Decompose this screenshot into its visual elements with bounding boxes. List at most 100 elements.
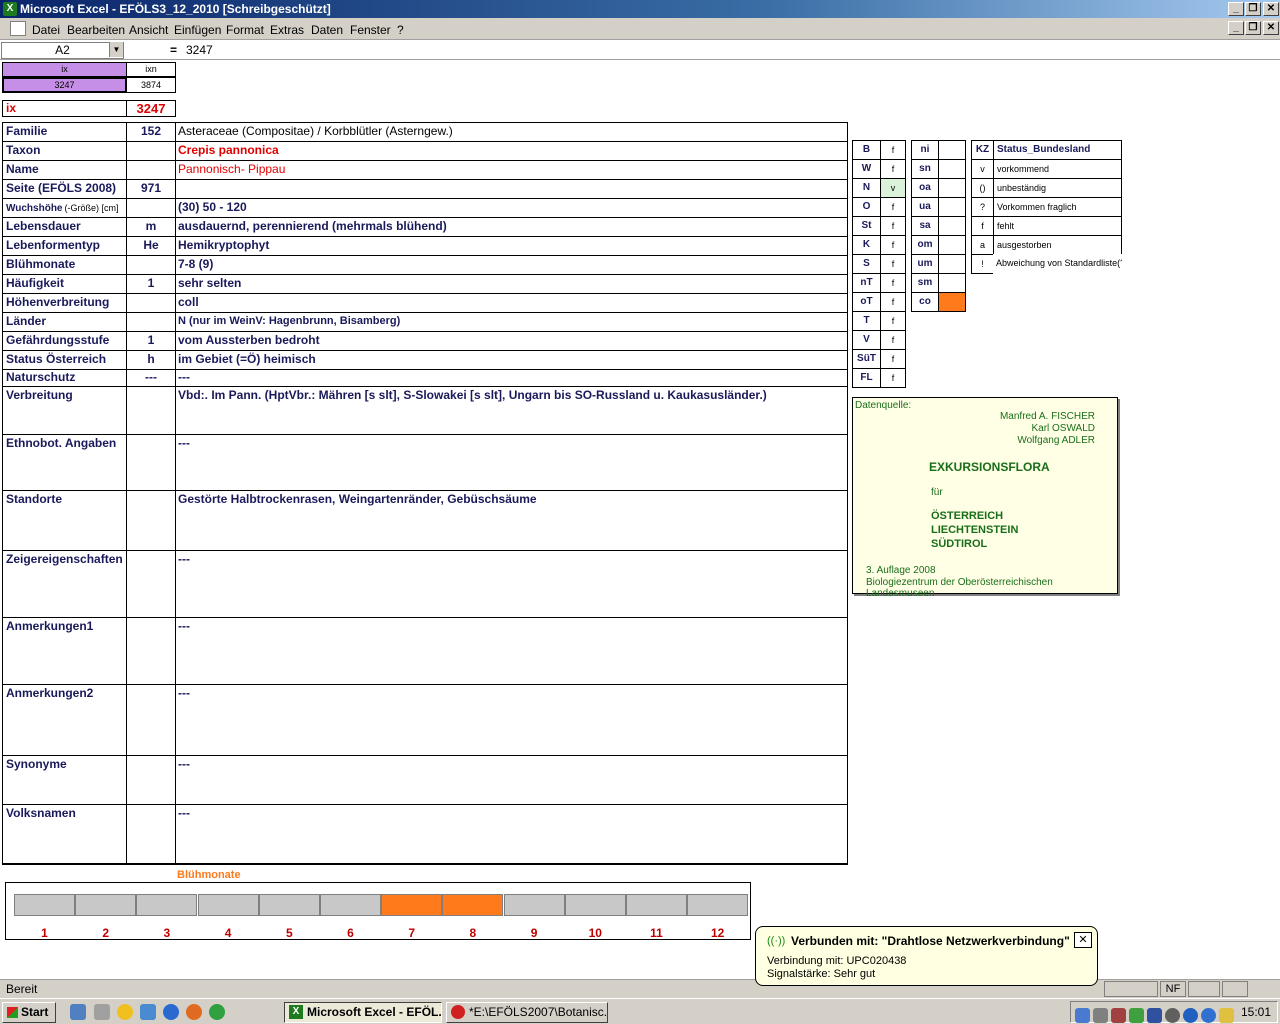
menu-format[interactable]: Format: [226, 23, 264, 37]
altitude-value-cell[interactable]: [938, 159, 966, 179]
row-value-cell[interactable]: ausdauernd, perennierend (mehrmals blühe…: [175, 217, 848, 237]
state-code-cell[interactable]: oT: [852, 292, 881, 312]
row-value-cell[interactable]: Asteraceae (Compositae) / Korbblütler (A…: [175, 122, 848, 142]
ix-main-value[interactable]: 3247: [126, 100, 176, 117]
ix-value-cell[interactable]: 3247: [2, 77, 127, 93]
row-number-cell[interactable]: [126, 255, 176, 275]
menu-extras[interactable]: Extras: [270, 23, 304, 37]
row-number-cell[interactable]: [126, 434, 176, 491]
row-number-cell[interactable]: 152: [126, 122, 176, 142]
altitude-value-cell[interactable]: [938, 273, 966, 293]
menu-daten[interactable]: Daten: [311, 23, 343, 37]
state-code-cell[interactable]: O: [852, 197, 881, 217]
state-code-cell[interactable]: T: [852, 311, 881, 331]
menu-datei[interactable]: Datei: [32, 23, 60, 37]
quicklaunch-firefox-icon[interactable]: [186, 1004, 202, 1020]
menu-ansicht[interactable]: Ansicht: [129, 23, 168, 37]
row-number-cell[interactable]: 1: [126, 274, 176, 294]
state-code-cell[interactable]: V: [852, 330, 881, 350]
start-button[interactable]: Start: [2, 1002, 56, 1023]
state-code-cell[interactable]: N: [852, 178, 881, 198]
altitude-value-cell[interactable]: [938, 292, 966, 312]
row-value-cell[interactable]: (30) 50 - 120: [175, 198, 848, 218]
tray-security-icon[interactable]: [1111, 1008, 1126, 1023]
state-value-cell[interactable]: f: [880, 140, 906, 160]
altitude-code-cell[interactable]: om: [911, 235, 939, 255]
state-value-cell[interactable]: f: [880, 216, 906, 236]
formula-input[interactable]: 3247: [186, 43, 213, 57]
name-box[interactable]: A2: [1, 42, 124, 59]
altitude-value-cell[interactable]: [938, 178, 966, 198]
tray-search-icon[interactable]: [1093, 1008, 1108, 1023]
altitude-code-cell[interactable]: sm: [911, 273, 939, 293]
state-code-cell[interactable]: B: [852, 140, 881, 160]
row-number-cell[interactable]: He: [126, 236, 176, 256]
state-value-cell[interactable]: f: [880, 197, 906, 217]
tray-shield-icon[interactable]: [1147, 1008, 1162, 1023]
tray-update-icon[interactable]: [1165, 1008, 1180, 1023]
ix-header[interactable]: ix: [2, 62, 127, 77]
doc-close-button[interactable]: ✕: [1263, 21, 1279, 35]
row-number-cell[interactable]: [126, 617, 176, 685]
row-value-cell[interactable]: ---: [175, 550, 848, 618]
altitude-code-cell[interactable]: ni: [911, 140, 939, 160]
state-code-cell[interactable]: FL: [852, 368, 881, 388]
row-value-cell[interactable]: N (nur im WeinV: Hagenbrunn, Bisamberg): [175, 312, 848, 332]
workbook-icon[interactable]: [10, 21, 26, 36]
tray-help-icon[interactable]: [1201, 1008, 1216, 1023]
quicklaunch-browser-icon[interactable]: [163, 1004, 179, 1020]
state-code-cell[interactable]: SüT: [852, 349, 881, 369]
state-value-cell[interactable]: v: [880, 178, 906, 198]
row-value-cell[interactable]: Hemikryptophyt: [175, 236, 848, 256]
row-number-cell[interactable]: [126, 550, 176, 618]
quicklaunch-ie-icon[interactable]: [70, 1004, 86, 1020]
row-number-cell[interactable]: [126, 755, 176, 805]
row-value-cell[interactable]: coll: [175, 293, 848, 313]
row-number-cell[interactable]: [126, 490, 176, 551]
row-value-cell[interactable]: Crepis pannonica: [175, 141, 848, 161]
maximize-button[interactable]: ❐: [1245, 2, 1261, 16]
row-value-cell[interactable]: Vbd:. Im Pann. (HptVbr.: Mähren [s slt],…: [175, 386, 848, 435]
menu-bearbeiten[interactable]: Bearbeiten: [67, 23, 125, 37]
menu-help[interactable]: ?: [397, 23, 404, 37]
altitude-value-cell[interactable]: [938, 140, 966, 160]
name-box-dropdown-icon[interactable]: ▼: [109, 42, 123, 57]
quicklaunch-media-icon[interactable]: [117, 1004, 133, 1020]
altitude-value-cell[interactable]: [938, 235, 966, 255]
row-value-cell[interactable]: ---: [175, 617, 848, 685]
row-value-cell[interactable]: ---: [175, 369, 848, 387]
balloon-close-button[interactable]: ✕: [1074, 932, 1092, 948]
state-code-cell[interactable]: St: [852, 216, 881, 236]
row-number-cell[interactable]: [126, 293, 176, 313]
close-button[interactable]: ✕: [1263, 2, 1279, 16]
state-code-cell[interactable]: W: [852, 159, 881, 179]
altitude-code-cell[interactable]: sn: [911, 159, 939, 179]
altitude-value-cell[interactable]: [938, 197, 966, 217]
ixn-value-cell[interactable]: 3874: [126, 77, 176, 93]
state-code-cell[interactable]: K: [852, 235, 881, 255]
row-number-cell[interactable]: [126, 160, 176, 180]
altitude-value-cell[interactable]: [938, 254, 966, 274]
row-number-cell[interactable]: 971: [126, 179, 176, 199]
state-value-cell[interactable]: f: [880, 311, 906, 331]
doc-minimize-button[interactable]: _: [1228, 21, 1244, 35]
row-value-cell[interactable]: Gestörte Halbtrockenrasen, Weingartenrän…: [175, 490, 848, 551]
altitude-code-cell[interactable]: sa: [911, 216, 939, 236]
row-number-cell[interactable]: h: [126, 350, 176, 370]
row-value-cell[interactable]: vom Aussterben bedroht: [175, 331, 848, 351]
state-value-cell[interactable]: f: [880, 254, 906, 274]
row-value-cell[interactable]: ---: [175, 804, 848, 865]
row-value-cell[interactable]: ---: [175, 684, 848, 756]
state-value-cell[interactable]: f: [880, 235, 906, 255]
menu-fenster[interactable]: Fenster: [350, 23, 391, 37]
row-value-cell[interactable]: ---: [175, 755, 848, 805]
task-excel[interactable]: X Microsoft Excel - EFÖL...: [284, 1002, 442, 1023]
altitude-code-cell[interactable]: ua: [911, 197, 939, 217]
row-value-cell[interactable]: Pannonisch- Pippau: [175, 160, 848, 180]
row-number-cell[interactable]: m: [126, 217, 176, 237]
row-number-cell[interactable]: [126, 684, 176, 756]
quicklaunch-explorer-icon[interactable]: [140, 1004, 156, 1020]
row-number-cell[interactable]: [126, 386, 176, 435]
row-value-cell[interactable]: 7-8 (9): [175, 255, 848, 275]
state-value-cell[interactable]: f: [880, 330, 906, 350]
